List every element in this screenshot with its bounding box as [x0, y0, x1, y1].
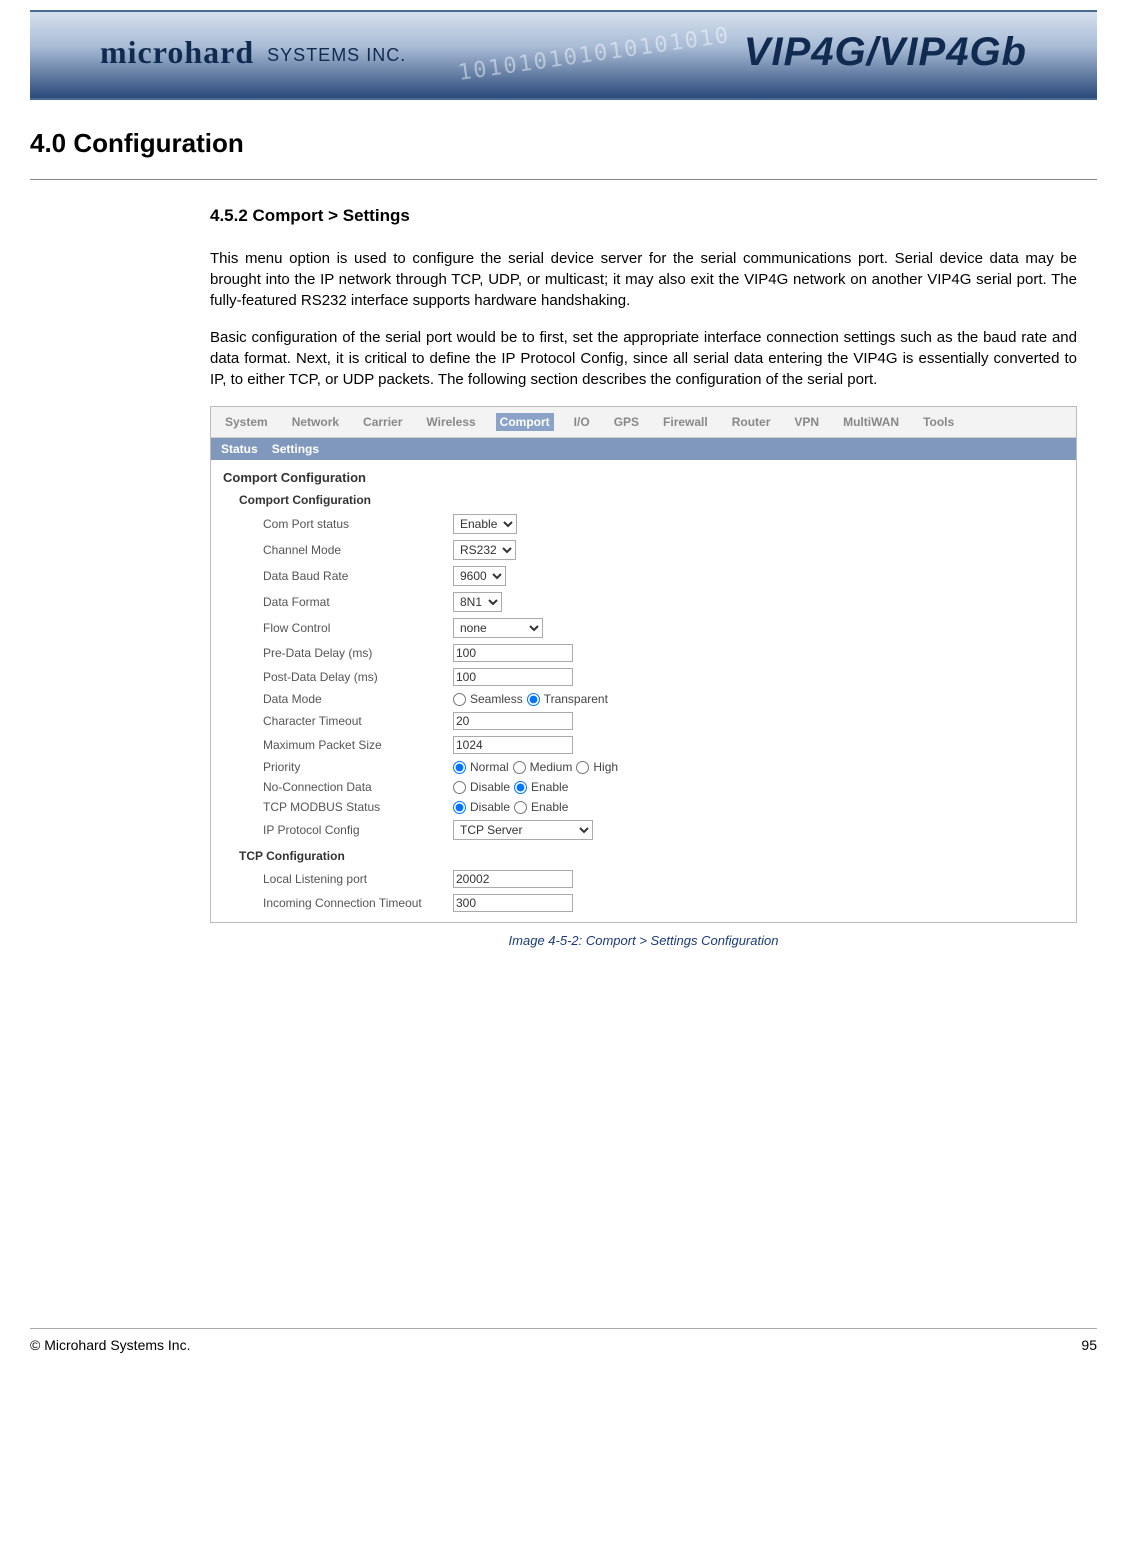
sel-ip-proto[interactable]: TCP Server	[453, 820, 593, 840]
page-banner: 101010101010101010 microhard SYSTEMS INC…	[30, 10, 1097, 100]
tab-network[interactable]: Network	[288, 413, 343, 431]
sel-channel-mode[interactable]: RS232	[453, 540, 516, 560]
lbl-inc-timeout: Incoming Connection Timeout	[263, 896, 443, 910]
row-listen-port: Local Listening port	[211, 867, 1076, 891]
row-modbus: TCP MODBUS Status Disable Enable	[211, 797, 1076, 817]
lbl-channel-mode: Channel Mode	[263, 543, 443, 557]
paragraph-1: This menu option is used to configure th…	[210, 248, 1077, 311]
opt-mb-enable: Enable	[531, 800, 568, 814]
tab-tools[interactable]: Tools	[919, 413, 958, 431]
lbl-com-port-status: Com Port status	[263, 517, 443, 531]
radio-normal[interactable]	[453, 761, 466, 774]
opt-medium: Medium	[530, 760, 573, 774]
radio-seamless[interactable]	[453, 693, 466, 706]
row-channel-mode: Channel Mode RS232	[211, 537, 1076, 563]
opt-nc-enable: Enable	[531, 780, 568, 794]
tab-vpn[interactable]: VPN	[790, 413, 823, 431]
section-heading: 4.5.2 Comport > Settings	[210, 206, 1077, 226]
row-com-port-status: Com Port status Enable	[211, 511, 1076, 537]
row-pre-delay: Pre-Data Delay (ms)	[211, 641, 1076, 665]
inp-pre-delay[interactable]	[453, 644, 573, 662]
row-inc-timeout: Incoming Connection Timeout	[211, 891, 1076, 922]
tab-io[interactable]: I/O	[570, 413, 594, 431]
lbl-max-packet: Maximum Packet Size	[263, 738, 443, 752]
banner-bits: 101010101010101010	[456, 23, 731, 86]
lbl-modbus: TCP MODBUS Status	[263, 800, 443, 814]
lbl-char-timeout: Character Timeout	[263, 714, 443, 728]
radio-medium[interactable]	[513, 761, 526, 774]
lbl-flow-control: Flow Control	[263, 621, 443, 635]
row-data-format: Data Format 8N1	[211, 589, 1076, 615]
lbl-post-delay: Post-Data Delay (ms)	[263, 670, 443, 684]
inp-inc-timeout[interactable]	[453, 894, 573, 912]
row-flow-control: Flow Control none	[211, 615, 1076, 641]
radio-mb-disable[interactable]	[453, 801, 466, 814]
inp-char-timeout[interactable]	[453, 712, 573, 730]
subtab-settings[interactable]: Settings	[272, 442, 319, 456]
subtab-status[interactable]: Status	[221, 442, 258, 456]
tab-multiwan[interactable]: MultiWAN	[839, 413, 903, 431]
row-char-timeout: Character Timeout	[211, 709, 1076, 733]
opt-high: High	[593, 760, 618, 774]
inp-post-delay[interactable]	[453, 668, 573, 686]
lbl-pre-delay: Pre-Data Delay (ms)	[263, 646, 443, 660]
tab-router[interactable]: Router	[728, 413, 775, 431]
top-nav: System Network Carrier Wireless Comport …	[211, 407, 1076, 438]
lbl-priority: Priority	[263, 760, 443, 774]
sub-nav: Status Settings	[211, 438, 1076, 460]
footer-page-number: 95	[1081, 1337, 1097, 1353]
radio-mb-enable[interactable]	[514, 801, 527, 814]
page-title: 4.0 Configuration	[30, 128, 1097, 159]
paragraph-2: Basic configuration of the serial port w…	[210, 327, 1077, 390]
group2-title: TCP Configuration	[211, 843, 1076, 867]
figure-caption: Image 4-5-2: Comport > Settings Configur…	[210, 933, 1077, 948]
lbl-baud-rate: Data Baud Rate	[263, 569, 443, 583]
tab-carrier[interactable]: Carrier	[359, 413, 406, 431]
inp-listen-port[interactable]	[453, 870, 573, 888]
row-priority: Priority Normal Medium High	[211, 757, 1076, 777]
radio-high[interactable]	[576, 761, 589, 774]
sel-baud-rate[interactable]: 9600	[453, 566, 506, 586]
product-name: VIP4G/VIP4Gb	[744, 30, 1027, 75]
tab-gps[interactable]: GPS	[610, 413, 643, 431]
row-no-conn: No-Connection Data Disable Enable	[211, 777, 1076, 797]
lbl-data-mode: Data Mode	[263, 692, 443, 706]
group1-title: Comport Configuration	[211, 487, 1076, 511]
opt-seamless: Seamless	[470, 692, 523, 706]
tab-wireless[interactable]: Wireless	[422, 413, 479, 431]
opt-normal: Normal	[470, 760, 509, 774]
sel-com-port-status[interactable]: Enable	[453, 514, 517, 534]
brand-logo: microhard SYSTEMS INC.	[100, 34, 406, 71]
opt-mb-disable: Disable	[470, 800, 510, 814]
sel-data-format[interactable]: 8N1	[453, 592, 502, 612]
tab-comport[interactable]: Comport	[496, 413, 554, 431]
brand-sub: SYSTEMS INC.	[267, 45, 406, 65]
tab-system[interactable]: System	[221, 413, 272, 431]
inp-max-packet[interactable]	[453, 736, 573, 754]
lbl-listen-port: Local Listening port	[263, 872, 443, 886]
lbl-data-format: Data Format	[263, 595, 443, 609]
radio-nc-enable[interactable]	[514, 781, 527, 794]
row-data-mode: Data Mode Seamless Transparent	[211, 689, 1076, 709]
sel-flow-control[interactable]: none	[453, 618, 543, 638]
tab-firewall[interactable]: Firewall	[659, 413, 712, 431]
brand-main: microhard	[100, 34, 254, 70]
opt-transparent: Transparent	[544, 692, 608, 706]
page-footer: © Microhard Systems Inc. 95	[30, 1328, 1097, 1353]
row-baud-rate: Data Baud Rate 9600	[211, 563, 1076, 589]
footer-left: © Microhard Systems Inc.	[30, 1337, 190, 1353]
radio-nc-disable[interactable]	[453, 781, 466, 794]
config-ui-screenshot: System Network Carrier Wireless Comport …	[210, 406, 1077, 923]
lbl-no-conn: No-Connection Data	[263, 780, 443, 794]
lbl-ip-proto: IP Protocol Config	[263, 823, 443, 837]
content-area: 4.5.2 Comport > Settings This menu optio…	[210, 206, 1077, 948]
row-ip-proto: IP Protocol Config TCP Server	[211, 817, 1076, 843]
row-max-packet: Maximum Packet Size	[211, 733, 1076, 757]
section-title: Comport Configuration	[211, 460, 1076, 487]
radio-transparent[interactable]	[527, 693, 540, 706]
title-divider	[30, 179, 1097, 180]
row-post-delay: Post-Data Delay (ms)	[211, 665, 1076, 689]
opt-nc-disable: Disable	[470, 780, 510, 794]
